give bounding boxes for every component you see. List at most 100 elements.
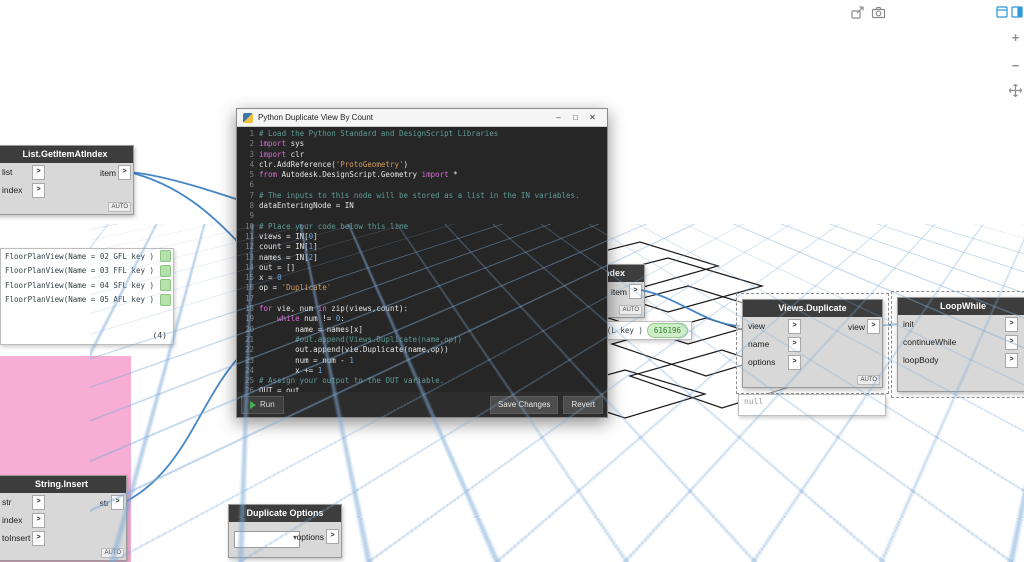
port-in-icon[interactable] (32, 513, 45, 528)
panel-toggle-icons (996, 4, 1023, 26)
line-number: 7 (240, 191, 254, 201)
port-out-icon[interactable] (118, 165, 131, 180)
node-title[interactable]: List.GetItemAtIndex (0, 146, 133, 163)
node-views-duplicate[interactable]: Views.Duplicate view name options view A… (742, 299, 883, 388)
line-number: 23 (240, 356, 254, 366)
input-index: index (2, 515, 32, 525)
code-line: 20 name = names[x] (240, 325, 607, 335)
code-line: 9 (240, 211, 607, 221)
line-number: 15 (240, 273, 254, 283)
value-indicator (160, 279, 171, 291)
code-line: 1 # Load the Python Standard and DesignSc… (240, 129, 607, 139)
revert-button[interactable]: Revert (563, 396, 603, 414)
line-number: 10 (240, 222, 254, 232)
port-in-icon[interactable] (32, 531, 45, 546)
lacing-badge[interactable]: AUTO (101, 548, 124, 558)
code-line: 6 (240, 180, 607, 190)
port-in-icon[interactable] (32, 495, 45, 510)
node-title[interactable]: Duplicate Options (229, 505, 341, 522)
line-number: 6 (240, 180, 254, 190)
line-number: 5 (240, 170, 254, 180)
window-title: Python Duplicate View By Count (258, 113, 373, 122)
code-line: 15 x = 0 (240, 273, 607, 283)
line-number: 25 (240, 376, 254, 386)
element-id-badge[interactable]: 616196 (647, 323, 688, 338)
code-line: 14 out = [] (240, 263, 607, 273)
line-number: 13 (240, 253, 254, 263)
preview-count: (4) (153, 331, 167, 340)
views-duplicate-result-preview: null (738, 394, 886, 416)
lacing-badge[interactable]: AUTO (857, 375, 880, 385)
port-out-icon[interactable] (326, 529, 339, 544)
panel-left-icon[interactable] (996, 4, 1008, 26)
python-icon (243, 113, 253, 123)
code-line: 17 (240, 294, 607, 304)
line-number: 14 (240, 263, 254, 273)
port-in-icon[interactable] (788, 337, 801, 352)
export-workspace-icon[interactable] (849, 4, 866, 21)
list-item: FloorPlanView(Name = 05 AFL key ) (1, 293, 173, 308)
code-line: 4 clr.AddReference('ProtoGeometry') (240, 160, 607, 170)
options-dropdown[interactable] (234, 531, 300, 548)
maximize-button[interactable]: □ (567, 110, 584, 126)
lacing-badge[interactable]: AUTO (619, 305, 642, 315)
python-editor-window[interactable]: Python Duplicate View By Count – □ ✕ 1 # … (236, 108, 608, 418)
code-line: 22 out.append(vie.Duplicate(name,op)) (240, 345, 607, 355)
node-loopwhile[interactable]: LoopWhile init continueWhile loopBody (897, 297, 1024, 392)
zoom-in-button[interactable]: + (1008, 30, 1023, 45)
input-index: index (2, 185, 32, 195)
port-in-icon[interactable] (1005, 317, 1018, 332)
port-in-icon[interactable] (32, 183, 45, 198)
node-title[interactable]: String.Insert (0, 476, 126, 493)
camera-export-icon[interactable] (870, 4, 887, 21)
value-indicator (160, 250, 171, 262)
node-title[interactable]: Views.Duplicate (743, 300, 882, 317)
list-item: FloorPlanView(Name = 02 GFL key ) (1, 249, 173, 264)
input-loopbody: loopBody (903, 355, 938, 365)
code-line: 24 x += 1 (240, 366, 607, 376)
input-init: init (903, 319, 933, 329)
python-editor-titlebar[interactable]: Python Duplicate View By Count – □ ✕ (237, 109, 607, 127)
save-changes-button[interactable]: Save Changes (490, 396, 558, 414)
port-out-icon[interactable] (629, 284, 642, 299)
port-in-icon[interactable] (788, 319, 801, 334)
minimize-button[interactable]: – (550, 110, 567, 126)
line-number: 9 (240, 211, 254, 221)
port-out-icon[interactable] (867, 319, 880, 334)
port-in-icon[interactable] (1005, 335, 1018, 350)
close-button[interactable]: ✕ (584, 110, 601, 126)
run-button[interactable]: Run (241, 396, 284, 414)
code-line: 13 names = IN[2] (240, 253, 607, 263)
input-str: str (2, 497, 32, 507)
output-view: view (848, 322, 865, 332)
port-out-icon[interactable] (111, 495, 124, 510)
output-item: item (100, 168, 116, 178)
preview-rows: FloorPlanView(Name = 02 GFL key ) FloorPl… (1, 249, 173, 307)
code-line: 16 op = 'Duplicate' (240, 283, 607, 293)
line-number: 12 (240, 242, 254, 252)
node-duplicate-options[interactable]: Duplicate Options options (228, 504, 342, 558)
input-view: view (748, 321, 788, 331)
code-line: 12 count = IN[1] (240, 242, 607, 252)
lacing-badge[interactable]: AUTO (108, 202, 131, 212)
code-line: 21 #out.append(Views.Duplicate(name,op)) (240, 335, 607, 345)
input-list: list (2, 167, 32, 177)
code-line: 18 for vie, num in zip(views,count): (240, 304, 607, 314)
line-number: 16 (240, 283, 254, 293)
code-line: 3 import clr (240, 150, 607, 160)
node-list-getitematindex[interactable]: List.GetItemAtIndex list index item AUTO (0, 145, 134, 215)
output-item: item (611, 287, 627, 297)
line-number: 19 (240, 314, 254, 324)
code-editor[interactable]: 1 # Load the Python Standard and DesignSc… (237, 127, 607, 392)
panel-right-icon[interactable] (1011, 4, 1023, 26)
port-in-icon[interactable] (1005, 353, 1018, 368)
code-line: 5 from Autodesk.DesignScript.Geometry imp… (240, 170, 607, 180)
preview-text: (L key ) (607, 326, 643, 335)
pan-crosshair-icon[interactable] (1008, 84, 1023, 100)
port-in-icon[interactable] (32, 165, 45, 180)
node-string-insert[interactable]: String.Insert str index toInsert str AUT… (0, 475, 127, 561)
node-title[interactable]: LoopWhile (898, 298, 1024, 315)
line-number: 2 (240, 139, 254, 149)
zoom-out-button[interactable]: − (1008, 58, 1023, 73)
port-in-icon[interactable] (788, 355, 801, 370)
